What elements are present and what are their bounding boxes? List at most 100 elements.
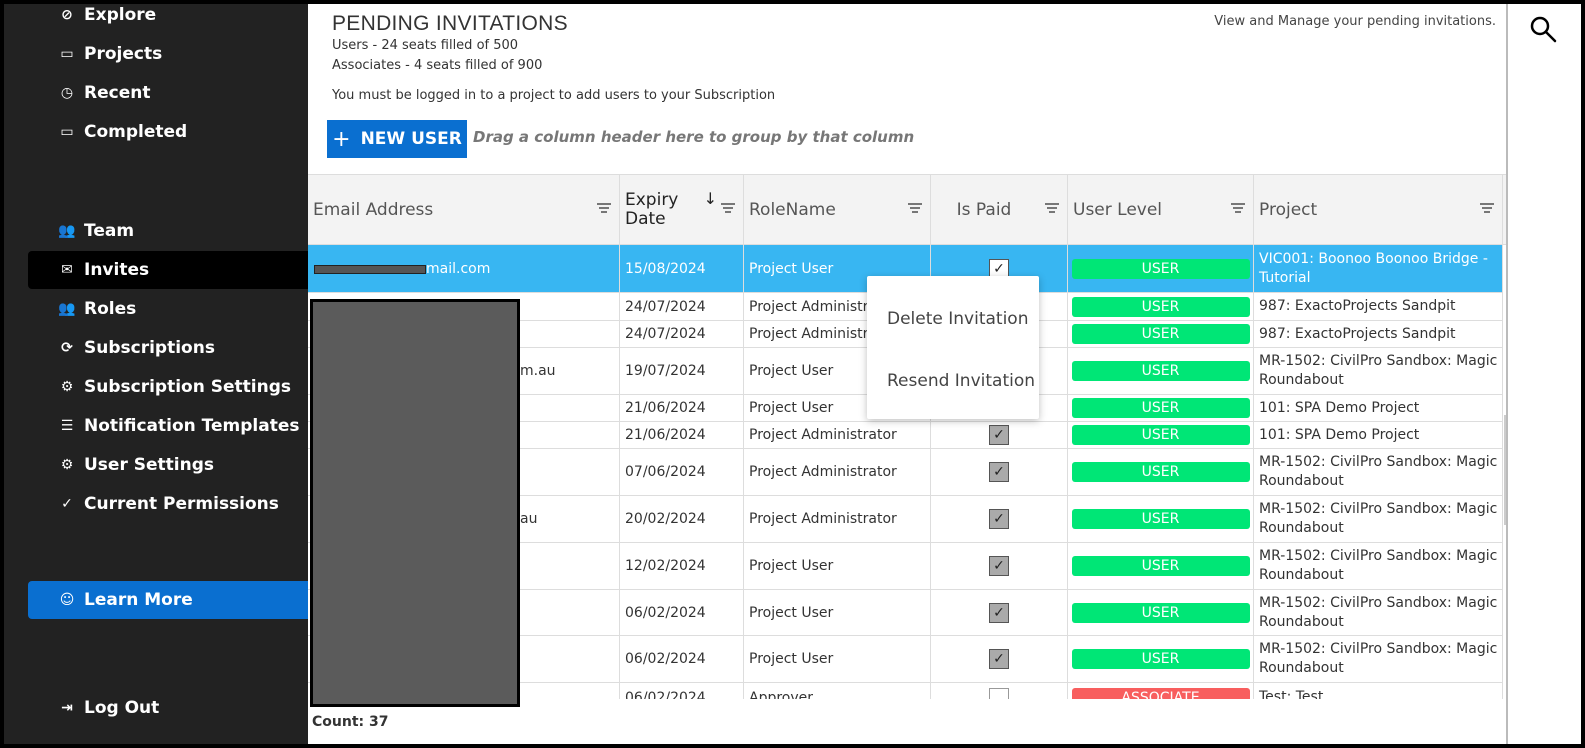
sidebar-item-team[interactable]: 👥 Team — [28, 212, 308, 250]
user-level-cell: USER — [1068, 321, 1254, 347]
sidebar-item-recent[interactable]: ◷ Recent — [28, 74, 308, 112]
is-paid-checkbox[interactable]: ✓ — [989, 462, 1009, 482]
expiry-cell: 24/07/2024 — [620, 321, 744, 347]
filter-icon[interactable] — [597, 203, 611, 213]
user-level-cell: USER — [1068, 422, 1254, 448]
sidebar-item-label: Notification Templates — [84, 416, 300, 436]
users-seat-count: Users - 24 seats filled of 500 — [332, 38, 519, 53]
column-header-rolename[interactable]: RoleName — [744, 175, 931, 245]
sidebar-item-subscriptions[interactable]: ⟳ Subscriptions — [28, 329, 308, 367]
user-level-badge: USER — [1071, 462, 1250, 482]
sidebar-item-roles[interactable]: 👥 Roles — [28, 290, 308, 328]
sidebar-item-label: Projects — [84, 44, 163, 64]
column-header-label: Is Paid — [956, 200, 1012, 220]
sidebar-item-subscription-settings[interactable]: ⚙ Subscription Settings — [28, 368, 308, 406]
user-level-badge: USER — [1071, 258, 1250, 279]
is-paid-cell: ✓ — [931, 496, 1068, 542]
group-by-drop-area[interactable]: Drag a column header here to group by th… — [473, 128, 914, 146]
user-level-cell: USER — [1068, 543, 1254, 589]
is-paid-cell: ✓ — [931, 636, 1068, 682]
project-cell: MR-1502: CivilPro Sandbox: Magic Roundab… — [1254, 348, 1503, 394]
column-header-expiry-date[interactable]: Expiry Date ↓ — [620, 175, 744, 245]
sidebar-item-learn-more[interactable]: ☺ Learn More — [28, 581, 308, 619]
check-icon: ✓ — [61, 496, 73, 512]
context-menu: Delete Invitation Resend Invitation — [867, 276, 1039, 419]
expiry-cell: 24/07/2024 — [620, 293, 744, 320]
is-paid-checkbox[interactable] — [989, 687, 1009, 699]
column-header-project[interactable]: Project — [1254, 175, 1503, 245]
sidebar-item-label: Learn More — [84, 590, 193, 610]
resend-invitation-menu-item[interactable]: Resend Invitation — [887, 371, 1035, 391]
sort-descending-icon[interactable]: ↓ — [704, 189, 717, 208]
expiry-cell: 12/02/2024 — [620, 543, 744, 589]
is-paid-checkbox[interactable]: ✓ — [989, 425, 1009, 445]
gear-icon: ⚙ — [60, 379, 74, 395]
clock-icon: ◷ — [60, 85, 74, 101]
column-header-label: Project — [1259, 200, 1318, 220]
user-level-badge: USER — [1071, 324, 1250, 344]
project-cell: MR-1502: CivilPro Sandbox: Magic Roundab… — [1254, 543, 1503, 589]
page-subtitle: View and Manage your pending invitations… — [1214, 14, 1496, 29]
column-header-label: RoleName — [749, 200, 836, 220]
grid-header: Email Address Expiry Date ↓ RoleName Is Paid… — [308, 175, 1506, 245]
expiry-cell: 21/06/2024 — [620, 422, 744, 448]
column-header-label: Email Address — [313, 200, 434, 220]
logout-icon: ⇥ — [61, 700, 73, 716]
sidebar-item-current-permissions[interactable]: ✓ Current Permissions — [28, 485, 308, 523]
sidebar-item-invites[interactable]: ✉ Invites — [28, 251, 308, 289]
project-cell: VIC001: Boonoo Boonoo Bridge - Tutorial — [1254, 245, 1503, 292]
expiry-cell: 20/02/2024 — [620, 496, 744, 542]
new-user-label: NEW USER — [360, 129, 462, 149]
expiry-cell: 19/07/2024 — [620, 348, 744, 394]
sidebar-item-explore[interactable]: ⊘ Explore — [28, 0, 308, 34]
project-cell: Test: Test — [1254, 683, 1503, 699]
user-level-badge: USER — [1071, 296, 1250, 317]
delete-invitation-menu-item[interactable]: Delete Invitation — [887, 309, 1028, 329]
is-paid-checkbox[interactable]: ✓ — [989, 556, 1009, 576]
expiry-cell: 06/02/2024 — [620, 636, 744, 682]
sidebar-item-notification-templates[interactable]: ☰ Notification Templates — [28, 407, 308, 445]
sidebar-item-label: Roles — [84, 299, 137, 319]
filter-icon[interactable] — [1045, 203, 1059, 213]
is-paid-cell: ✓ — [931, 543, 1068, 589]
project-cell: 101: SPA Demo Project — [1254, 422, 1503, 448]
is-paid-checkbox[interactable]: ✓ — [989, 509, 1009, 529]
user-level-cell: ASSOCIATE — [1068, 683, 1254, 699]
sidebar-item-completed[interactable]: ▭ Completed — [28, 113, 308, 151]
project-cell: MR-1502: CivilPro Sandbox: Magic Roundab… — [1254, 636, 1503, 682]
new-user-button[interactable]: + NEW USER — [327, 120, 467, 158]
folder-icon: ▭ — [60, 46, 74, 62]
filter-icon[interactable] — [1231, 203, 1245, 213]
filter-icon[interactable] — [721, 203, 735, 213]
sidebar-item-label: Current Permissions — [84, 494, 279, 514]
user-level-cell: USER — [1068, 245, 1254, 292]
is-paid-checkbox[interactable]: ✓ — [989, 602, 1009, 623]
sidebar-item-label: Subscription Settings — [84, 377, 291, 397]
role-cell: Project Administrator — [744, 422, 931, 448]
sidebar-item-label: User Settings — [84, 455, 214, 475]
smile-icon: ☺ — [59, 592, 75, 608]
sidebar-item-user-settings[interactable]: ⚙ User Settings — [28, 446, 308, 484]
expiry-cell: 07/06/2024 — [620, 449, 744, 495]
column-header-label: Expiry Date — [625, 190, 679, 229]
user-level-badge: USER — [1071, 398, 1250, 418]
associates-seat-count: Associates - 4 seats filled of 900 — [332, 58, 543, 73]
sidebar-item-log-out[interactable]: ⇥ Log Out — [28, 689, 308, 727]
role-cell: Project User — [744, 543, 931, 589]
search-icon[interactable] — [1528, 14, 1558, 44]
column-header-is-paid[interactable]: Is Paid — [931, 175, 1068, 245]
list-icon: ☰ — [60, 418, 74, 434]
user-level-badge: USER — [1071, 425, 1250, 445]
people-icon: 👥 — [58, 223, 76, 239]
column-header-label: User Level — [1073, 200, 1163, 220]
filter-icon[interactable] — [1480, 203, 1494, 213]
column-header-user-level[interactable]: User Level — [1068, 175, 1254, 245]
is-paid-checkbox[interactable]: ✓ — [989, 649, 1009, 669]
sidebar-item-label: Completed — [84, 122, 188, 142]
filter-icon[interactable] — [908, 203, 922, 213]
user-level-badge: ASSOCIATE — [1071, 687, 1250, 699]
role-cell: Project Administrator — [744, 449, 931, 495]
role-cell: Project Administrator — [744, 496, 931, 542]
column-header-email-address[interactable]: Email Address — [308, 175, 620, 245]
sidebar-item-projects[interactable]: ▭ Projects — [28, 35, 308, 73]
